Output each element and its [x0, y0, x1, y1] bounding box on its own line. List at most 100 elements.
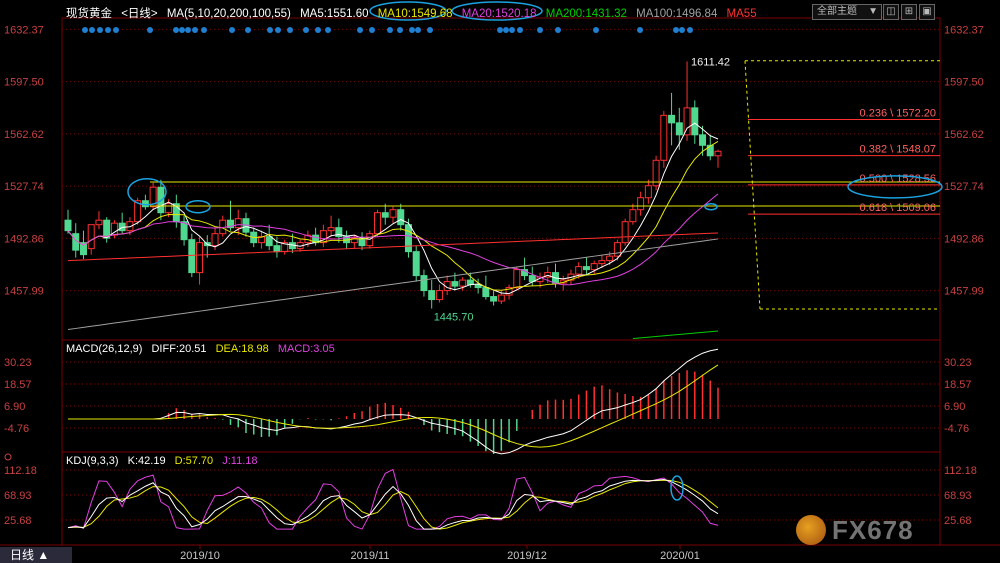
candle-body: [699, 134, 707, 146]
candle-body: [490, 296, 498, 302]
event-dot: [267, 27, 273, 33]
grid-icon[interactable]: ⊞: [901, 4, 917, 20]
price-tick-right: 1632.37: [944, 24, 984, 36]
event-dot: [97, 27, 103, 33]
candle-body: [637, 197, 645, 211]
candle-body: [428, 290, 436, 301]
candle-body: [590, 263, 598, 271]
event-dot: [687, 27, 693, 33]
event-dot: [245, 27, 251, 33]
kdj-j: J:11.18: [222, 455, 258, 467]
high-price-label: 1611.42: [691, 56, 730, 68]
timeframe-tab[interactable]: 日线 ▲: [0, 547, 72, 563]
event-dot: [427, 27, 433, 33]
symbol-name: 现货黄金: [66, 8, 112, 20]
watermark-text: FX678: [832, 515, 914, 545]
event-dot: [387, 27, 393, 33]
event-dot: [82, 27, 88, 33]
candle-body: [64, 219, 72, 232]
candle-body: [381, 212, 389, 218]
fib-level-label: 0.236 \ 1572.20: [860, 108, 936, 120]
ma200-line: [632, 330, 719, 340]
price-tick-left: 1492.86: [4, 233, 44, 245]
event-dot: [555, 27, 561, 33]
kdj-tick-left: 68.93: [4, 490, 32, 502]
candle-body: [234, 218, 242, 229]
event-dot: [415, 27, 421, 33]
candle-body: [629, 209, 637, 223]
event-dot: [497, 27, 503, 33]
candle-body: [466, 279, 474, 286]
price-tick-left: 1527.74: [4, 181, 44, 193]
candle-body: [165, 203, 173, 214]
macd-tick-right: 6.90: [944, 401, 965, 413]
ma100-value: MA100:1496.84: [636, 8, 718, 20]
candle-body: [265, 236, 273, 247]
price-tick-left: 1562.62: [4, 129, 44, 141]
candle-body: [513, 269, 521, 289]
event-dot: [593, 27, 599, 33]
subject-dropdown-label: 全部主题: [817, 6, 857, 17]
candle-body: [582, 266, 590, 271]
main-header: 现货黄金 <日线> MA(5,10,20,200,100,55) MA5:155…: [66, 5, 763, 21]
timeframe-tag[interactable]: <日线>: [121, 8, 157, 20]
candle-body: [412, 251, 420, 277]
date-tick-label: 2019/11: [351, 550, 390, 562]
candle-body: [683, 107, 691, 136]
macd-title: MACD(26,12,9): [66, 343, 143, 355]
date-tick-label: 2019/10: [180, 550, 220, 562]
layout-icon[interactable]: ◫: [883, 4, 899, 20]
ma20-value: MA20:1520.18: [461, 8, 537, 20]
candle-body: [497, 294, 505, 302]
ma5-value: MA5:1551.60: [300, 8, 369, 20]
macd-header: MACD(26,12,9) DIFF:20.51 DEA:18.98 MACD:…: [66, 343, 341, 355]
event-dot: [113, 27, 119, 33]
window-icon[interactable]: ▣: [919, 4, 935, 20]
price-chart-svg[interactable]: 1632.37 1632.37 1597.50 1597.50 1562.62 1562.…: [0, 0, 1000, 563]
event-dot: [673, 27, 679, 33]
candle-body: [273, 245, 281, 253]
price-tick-right: 1597.50: [944, 77, 984, 89]
event-dot: [179, 27, 185, 33]
event-dot: [637, 27, 643, 33]
event-dot: [229, 27, 235, 33]
candle-body: [613, 242, 621, 257]
candle-body: [644, 185, 652, 199]
event-dot: [503, 27, 509, 33]
event-dot: [325, 27, 331, 33]
ma200-value: MA200:1431.32: [545, 8, 627, 20]
macd-tick-left: 30.23: [4, 357, 32, 369]
price-tick-right: 1457.99: [944, 286, 984, 298]
macd-tick-left: -4.76: [4, 423, 29, 435]
price-tick-right: 1492.86: [944, 233, 984, 245]
event-dot: [315, 27, 321, 33]
price-tick-left: 1597.50: [4, 77, 44, 89]
event-dot: [105, 27, 111, 33]
event-dot: [409, 27, 415, 33]
fib-level-label: 0.618 \ 1509.06: [860, 202, 936, 214]
macd-tick-left: 6.90: [4, 401, 25, 413]
candle-body: [691, 107, 699, 136]
event-dot: [147, 27, 153, 33]
candle-body: [420, 275, 428, 292]
candle-body: [451, 281, 459, 287]
highlight-ellipse: [185, 199, 211, 214]
macd-diff-line: [68, 348, 719, 455]
candle-body: [95, 219, 103, 226]
ma-title: MA(5,10,20,200,100,55): [166, 8, 291, 20]
candle-body: [389, 209, 397, 218]
candle-body: [621, 221, 629, 244]
price-tick-right: 1562.62: [944, 129, 984, 141]
macd-dea: DEA:18.98: [215, 343, 269, 355]
candle-body: [660, 114, 668, 161]
fib-level-label: 0.382 \ 1548.07: [860, 144, 936, 156]
candle-body: [706, 144, 714, 157]
watermark-logo-icon: [796, 515, 826, 545]
kdj-tick-left: 112.18: [4, 465, 37, 477]
subject-dropdown[interactable]: 全部主题 ▼: [812, 4, 882, 20]
candle-body: [668, 114, 676, 124]
candle-body: [675, 122, 683, 136]
macd-tick-right: 30.23: [944, 357, 972, 369]
chevron-down-icon: ▼: [868, 6, 878, 17]
candle-body: [459, 279, 467, 287]
